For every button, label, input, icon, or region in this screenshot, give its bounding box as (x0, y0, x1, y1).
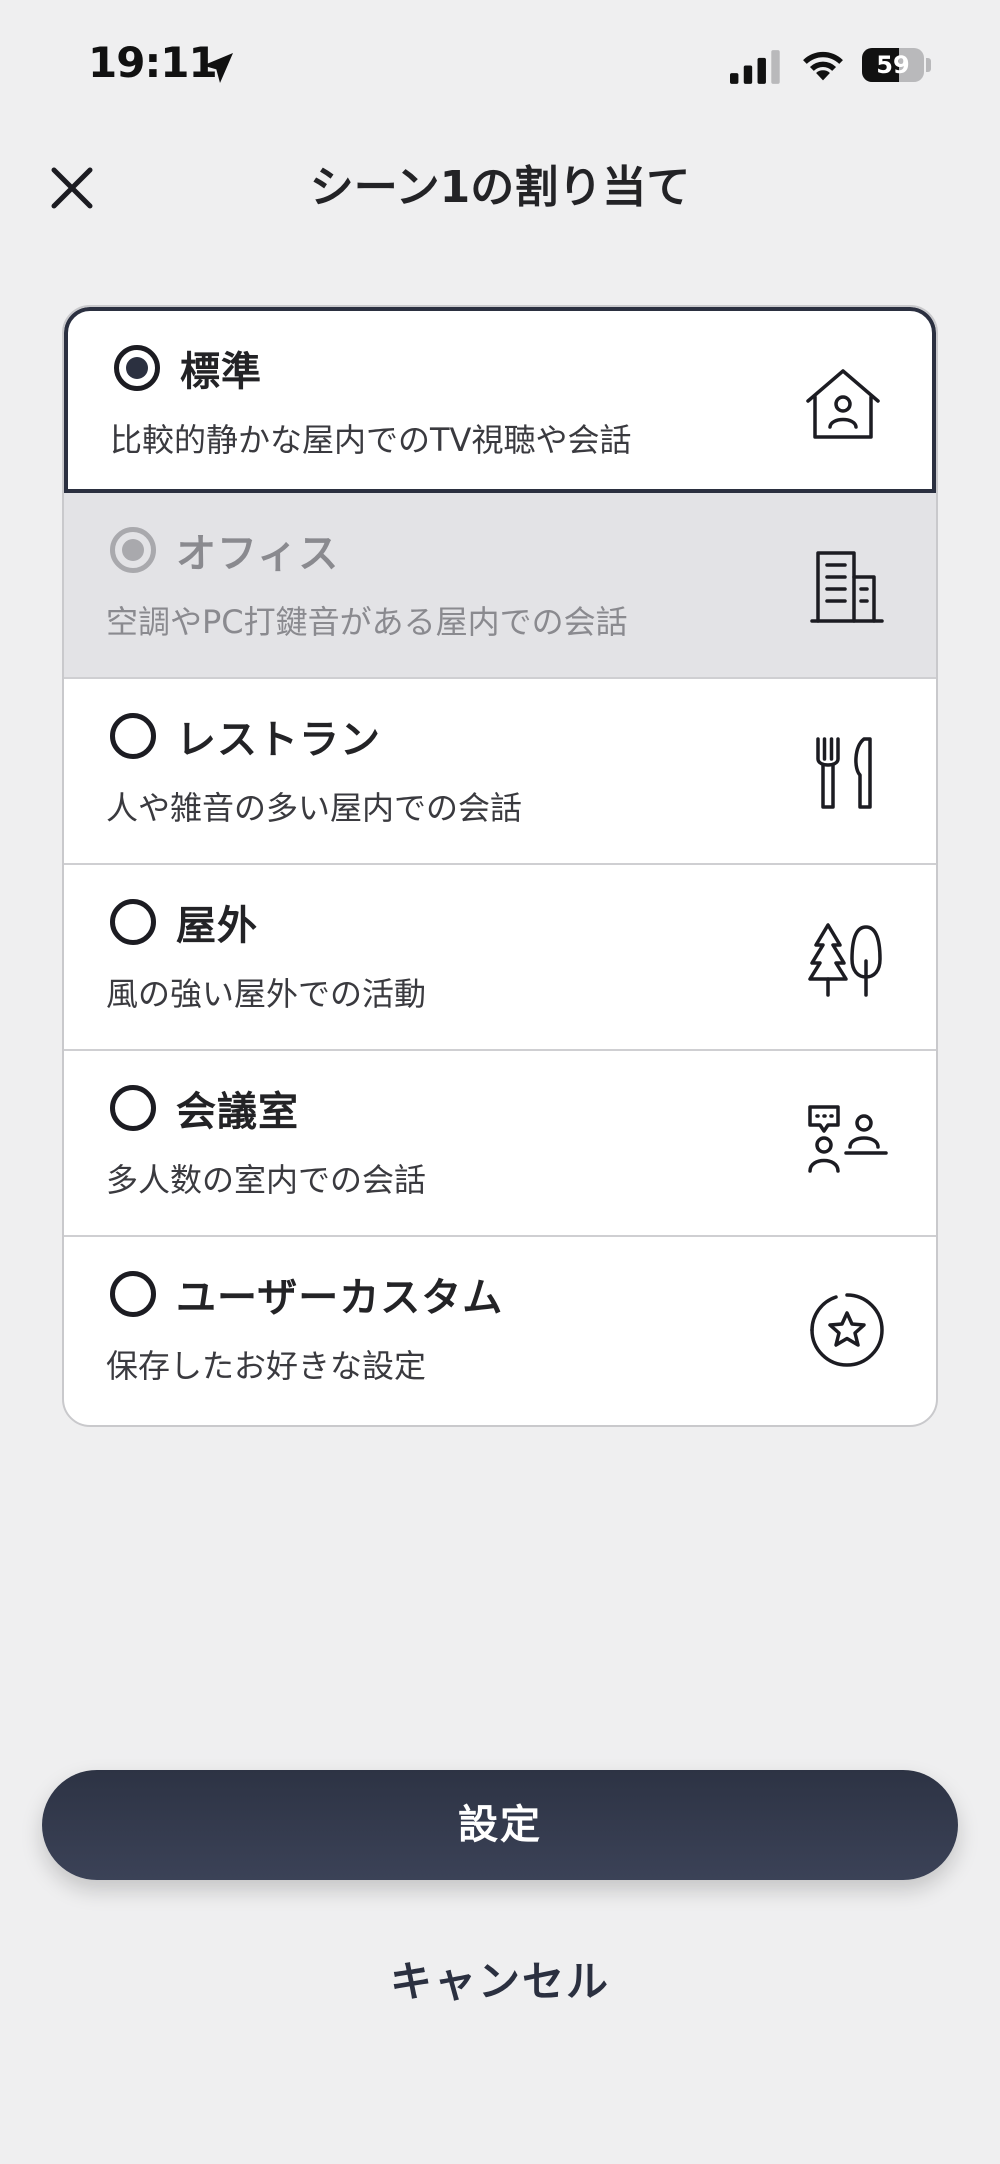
option-title: 会議室 (176, 1089, 299, 1135)
radio-button[interactable] (114, 345, 160, 391)
option-description: 多人数の室内での会話 (106, 1161, 427, 1199)
option-description: 保存したお好きな設定 (106, 1347, 427, 1385)
radio-button[interactable] (110, 527, 156, 573)
office-building-icon (804, 543, 890, 629)
option-description: 空調やPC打鍵音がある屋内での会話 (106, 603, 628, 641)
status-bar: 19:11 59 (0, 0, 1000, 130)
option-title: オフィス (176, 531, 340, 577)
star-circle-icon (804, 1287, 890, 1373)
cellular-signal-icon (730, 50, 780, 84)
option-description: 比較的静かな屋内でのTV視聴や会話 (110, 421, 632, 459)
option-restaurant[interactable]: レストラン 人や雑音の多い屋内での会話 (64, 679, 936, 865)
fork-knife-icon (804, 729, 890, 815)
radio-button[interactable] (110, 1271, 156, 1317)
option-meeting-room[interactable]: 会議室 多人数の室内での会話 (64, 1051, 936, 1237)
cancel-button[interactable]: キャンセル (0, 1948, 1000, 2009)
set-button[interactable]: 設定 (42, 1770, 958, 1880)
option-title: ユーザーカスタム (176, 1275, 504, 1321)
wifi-icon (803, 51, 843, 81)
scene-options-list: 標準 比較的静かな屋内でのTV視聴や会話 オフィス 空調やPC打鍵音がある屋内で… (62, 305, 938, 1427)
radio-button[interactable] (110, 899, 156, 945)
option-standard[interactable]: 標準 比較的静かな屋内でのTV視聴や会話 (64, 307, 936, 493)
meeting-people-icon (804, 1101, 890, 1187)
option-title: 標準 (180, 349, 262, 395)
radio-button[interactable] (110, 713, 156, 759)
radio-button[interactable] (110, 1085, 156, 1131)
option-user-custom[interactable]: ユーザーカスタム 保存したお好きな設定 (64, 1237, 936, 1423)
option-title: レストラン (176, 717, 381, 763)
option-description: 風の強い屋外での活動 (106, 975, 427, 1013)
page-title: シーン1の割り当て (309, 162, 691, 213)
option-office[interactable]: オフィス 空調やPC打鍵音がある屋内での会話 (64, 493, 936, 679)
battery-percentage: 59 (876, 51, 910, 79)
option-description: 人や雑音の多い屋内での会話 (106, 789, 523, 827)
option-outdoor[interactable]: 屋外 風の強い屋外での活動 (64, 865, 936, 1051)
trees-icon (804, 915, 890, 1001)
battery-cap (926, 58, 931, 72)
option-title: 屋外 (176, 903, 258, 949)
location-arrow-icon (203, 53, 233, 83)
house-person-icon (800, 361, 886, 447)
battery-indicator: 59 (862, 48, 924, 82)
